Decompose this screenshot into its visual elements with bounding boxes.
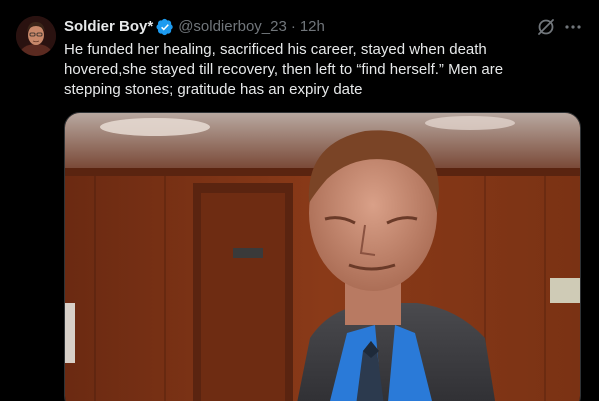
avatar[interactable] (16, 16, 56, 56)
more-icon[interactable] (562, 16, 584, 38)
author-name[interactable]: Soldier Boy* (64, 17, 153, 37)
tweet-header: Soldier Boy* @soldierboy_23 · 12h (64, 17, 325, 37)
tweet[interactable]: Soldier Boy* @soldierboy_23 · 12h He fun… (0, 0, 599, 401)
author-handle[interactable]: @soldierboy_23 (178, 17, 287, 37)
grok-icon[interactable] (535, 16, 557, 38)
tweet-text: He funded her healing, sacrificed his ca… (64, 41, 504, 98)
separator-dot: · (290, 18, 296, 35)
tweet-media-image[interactable] (64, 112, 581, 401)
verified-badge-icon[interactable] (156, 18, 174, 36)
timestamp[interactable]: 12h (300, 17, 325, 37)
